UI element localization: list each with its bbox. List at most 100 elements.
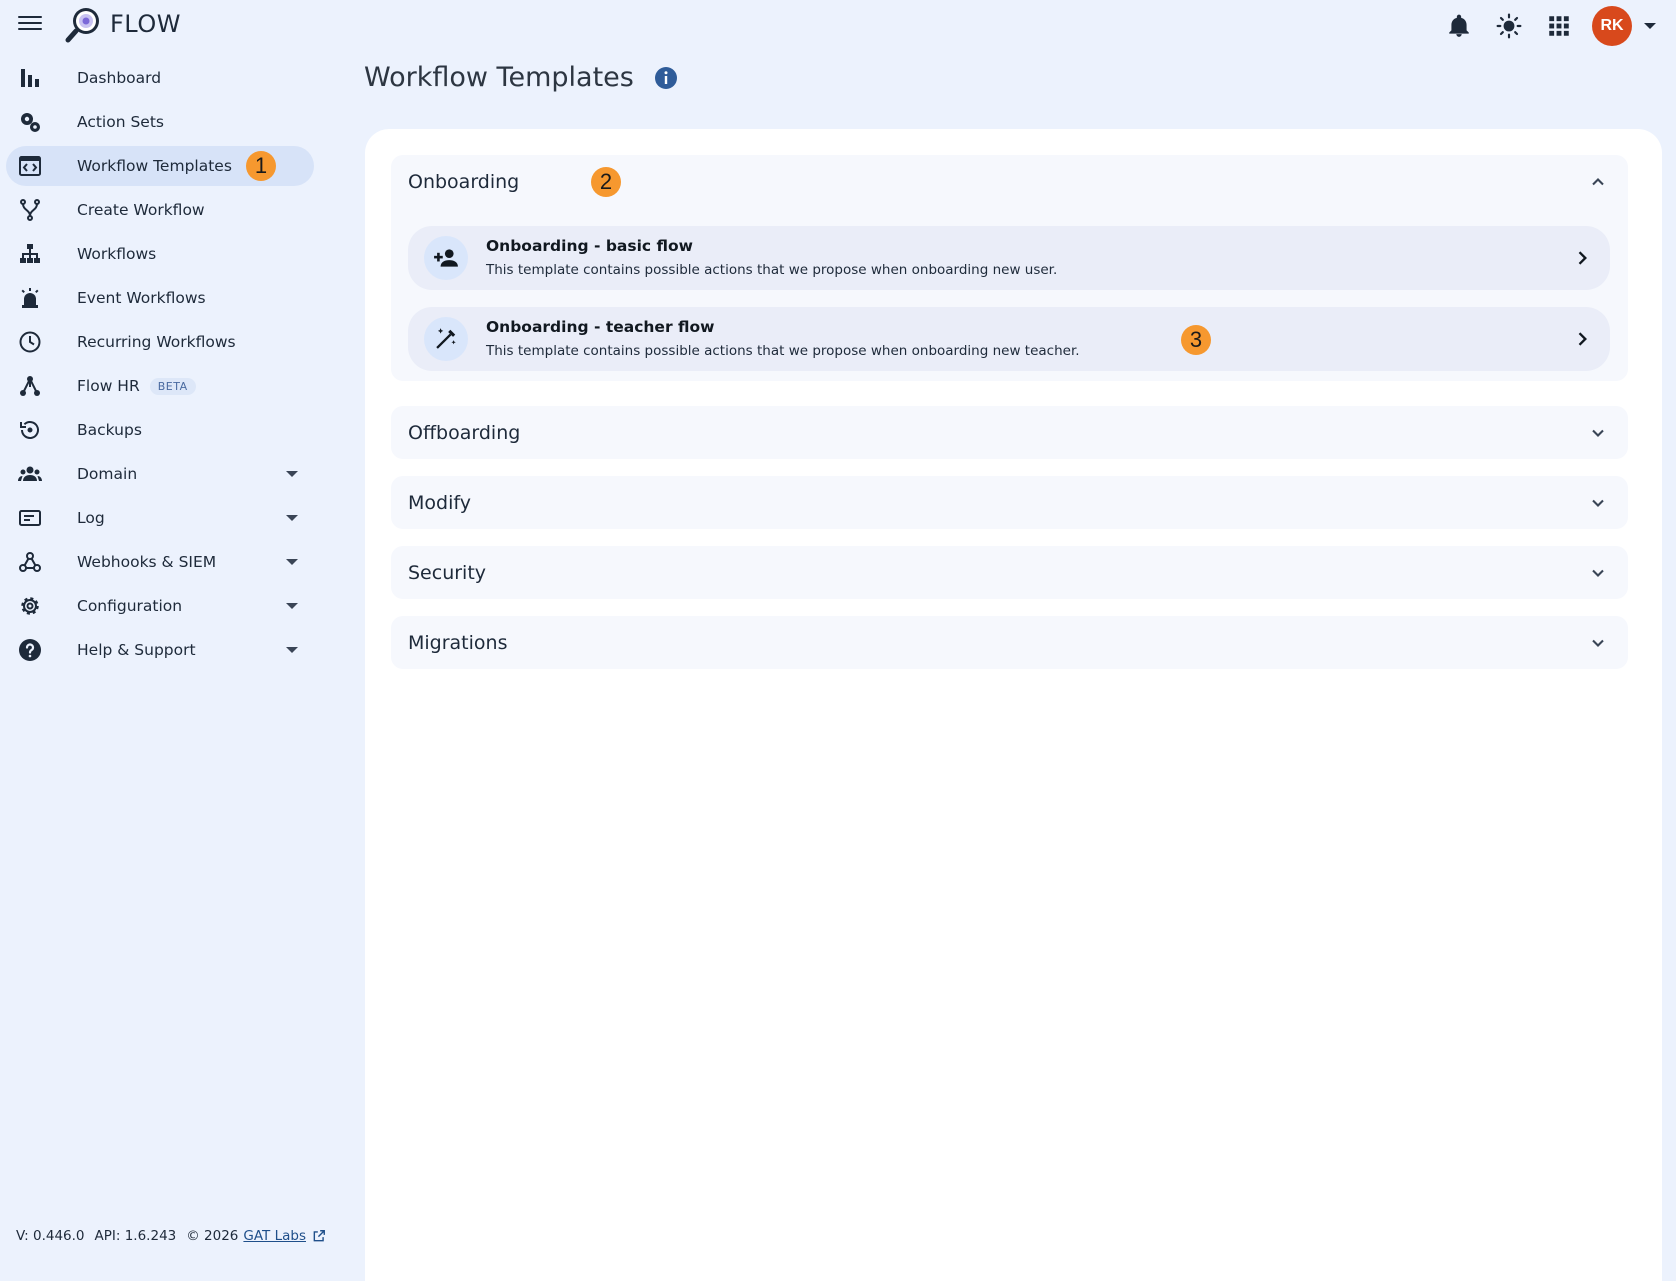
sidebar-item-event-workflows[interactable]: Event Workflows [6, 278, 314, 318]
sidebar-item-workflows[interactable]: Workflows [6, 234, 314, 274]
template-code-icon [18, 152, 54, 180]
alarm-siren-icon [18, 284, 54, 312]
flow-logo-icon [65, 8, 99, 43]
template-title: Onboarding - basic flow [486, 237, 693, 255]
sidebar-item-log[interactable]: Log [6, 498, 314, 538]
log-card-icon [18, 504, 54, 532]
sidebar-item-help-support[interactable]: Help & Support [6, 630, 314, 670]
account-menu-caret-icon[interactable] [1644, 23, 1656, 29]
section-header-offboarding[interactable]: Offboarding [391, 406, 1628, 460]
chevron-up-icon [1592, 178, 1604, 186]
sidebar-item-label: Configuration [77, 597, 183, 615]
section-title: Migrations [408, 632, 508, 654]
section-offboarding: Offboarding [391, 406, 1628, 459]
sidebar-item-label: Create Workflow [77, 201, 205, 219]
app-name: FLOW [110, 10, 181, 38]
sidebar-item-create-workflow[interactable]: Create Workflow [6, 190, 314, 230]
sidebar: Dashboard Action Sets Workflow Templates… [0, 58, 340, 674]
top-actions: RK [1434, 6, 1656, 46]
sidebar-item-recurring-workflows[interactable]: Recurring Workflows [6, 322, 314, 362]
top-bar: FLOW RK [0, 0, 1676, 50]
user-avatar[interactable]: RK [1592, 6, 1632, 46]
section-title: Onboarding [408, 171, 520, 193]
chevron-down-icon [1592, 639, 1604, 647]
fork-icon [18, 196, 54, 224]
expand-caret-icon [286, 559, 298, 565]
sidebar-item-label: Backups [77, 421, 142, 439]
sidebar-item-label: Action Sets [77, 113, 164, 131]
template-title: Onboarding - teacher flow [486, 318, 715, 336]
help-question-icon [18, 636, 54, 664]
step-badge: 1 [246, 151, 276, 181]
sidebar-footer: V: 0.446.0 API: 1.6.243 © 2026 GAT Labs [16, 1228, 326, 1244]
sidebar-item-dashboard[interactable]: Dashboard [6, 58, 314, 98]
hamburger-menu-icon[interactable] [16, 12, 44, 36]
network-icon [18, 372, 54, 400]
people-group-icon [18, 460, 54, 488]
step-badge: 3 [1181, 325, 1211, 355]
section-title: Modify [408, 492, 471, 514]
template-item-basic-flow[interactable]: Onboarding - basic flow This template co… [408, 226, 1610, 290]
template-description: This template contains possible actions … [486, 343, 1080, 359]
person-add-icon [424, 236, 468, 280]
sidebar-item-workflow-templates[interactable]: Workflow Templates 1 [6, 146, 314, 186]
apps-grid-icon[interactable] [1534, 7, 1584, 45]
clock-icon [18, 328, 54, 356]
chevron-down-icon [1592, 499, 1604, 507]
gear-icon [18, 592, 54, 620]
app-logo[interactable]: FLOW [64, 4, 181, 44]
copyright: © 2026 [186, 1228, 239, 1244]
sidebar-item-label: Recurring Workflows [77, 333, 236, 351]
section-modify: Modify [391, 476, 1628, 529]
section-header-migrations[interactable]: Migrations [391, 616, 1628, 670]
templates-card: Onboarding 2 Onboarding - basic flow Thi… [365, 129, 1662, 1281]
notifications-bell-icon[interactable] [1434, 7, 1484, 45]
magic-wand-icon [424, 317, 468, 361]
page-header: Workflow Templates [364, 62, 678, 93]
sidebar-item-action-sets[interactable]: Action Sets [6, 102, 314, 142]
sidebar-item-label: Dashboard [77, 69, 162, 87]
section-title: Security [408, 562, 487, 584]
expand-caret-icon [286, 603, 298, 609]
gears-icon [18, 108, 54, 136]
sidebar-item-label: Workflow Templates [77, 157, 232, 175]
chevron-right-icon [1578, 251, 1587, 265]
template-description: This template contains possible actions … [486, 262, 1058, 278]
sidebar-item-label: Webhooks & SIEM [77, 553, 217, 571]
webhook-icon [18, 548, 54, 576]
sidebar-item-webhooks-siem[interactable]: Webhooks & SIEM [6, 542, 314, 582]
info-icon[interactable] [654, 66, 678, 90]
api-version: API: 1.6.243 [94, 1228, 177, 1244]
expand-caret-icon [286, 515, 298, 521]
section-header-onboarding[interactable]: Onboarding 2 [391, 155, 1628, 209]
expand-caret-icon [286, 471, 298, 477]
section-header-modify[interactable]: Modify [391, 476, 1628, 530]
chevron-down-icon [1592, 429, 1604, 437]
sidebar-item-flow-hr[interactable]: Flow HR BETA [6, 366, 314, 406]
gat-labs-link[interactable]: GAT Labs [243, 1228, 306, 1244]
step-badge: 2 [591, 167, 621, 197]
sidebar-item-backups[interactable]: Backups [6, 410, 314, 450]
page-title: Workflow Templates [364, 62, 634, 93]
sidebar-item-label: Log [77, 509, 105, 527]
sidebar-item-configuration[interactable]: Configuration [6, 586, 314, 626]
beta-tag: BETA [149, 377, 196, 395]
app-version: V: 0.446.0 [16, 1228, 85, 1244]
restore-icon [18, 416, 54, 444]
hierarchy-icon [18, 240, 54, 268]
section-title: Offboarding [408, 422, 521, 444]
external-link-icon [313, 1230, 325, 1242]
sidebar-item-label: Event Workflows [77, 289, 206, 307]
chevron-down-icon [1592, 569, 1604, 577]
bar-chart-icon [18, 64, 54, 92]
sidebar-item-label: Flow HR [77, 377, 140, 395]
sidebar-item-domain[interactable]: Domain [6, 454, 314, 494]
theme-toggle-sun-icon[interactable] [1484, 7, 1534, 45]
section-header-security[interactable]: Security [391, 546, 1628, 600]
section-security: Security [391, 546, 1628, 599]
chevron-right-icon [1578, 332, 1587, 346]
expand-caret-icon [286, 647, 298, 653]
sidebar-item-label: Domain [77, 465, 138, 483]
sidebar-item-label: Help & Support [77, 641, 196, 659]
template-item-teacher-flow[interactable]: Onboarding - teacher flow This template … [408, 307, 1610, 371]
